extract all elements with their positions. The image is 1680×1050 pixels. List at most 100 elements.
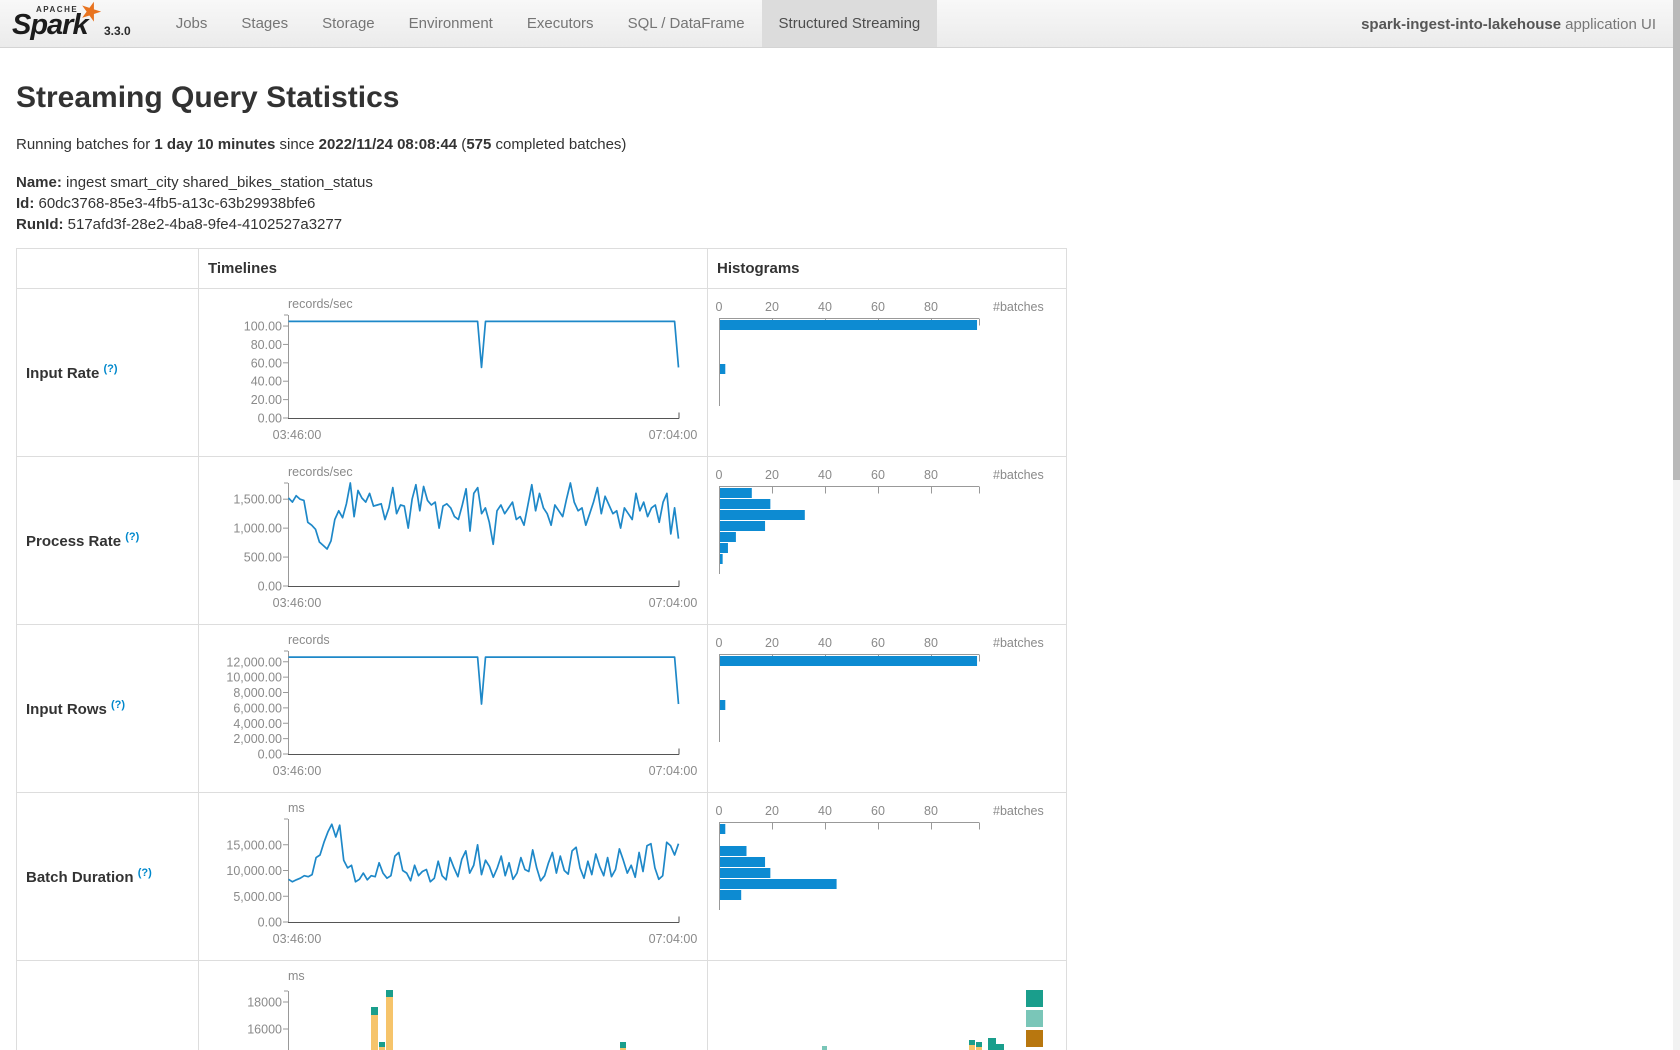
svg-text:0: 0 [716,636,723,650]
svg-text:8,000.00: 8,000.00 [233,686,282,700]
svg-text:2,000.00: 2,000.00 [233,732,282,746]
tab-jobs[interactable]: Jobs [159,0,225,47]
svg-text:500.00: 500.00 [244,551,282,565]
svg-text:07:04:00: 07:04:00 [649,932,698,946]
svg-text:20: 20 [765,636,779,650]
tab-sql-dataframe[interactable]: SQL / DataFrame [611,0,762,47]
svg-text:40: 40 [818,300,832,314]
stats-table: Timelines Histograms Input Rate (?) reco… [16,248,1067,1050]
query-runid-value: 517afd3f-28e2-4ba8-9fe4-4102527a3277 [63,216,342,233]
help-link[interactable]: (?) [125,531,139,543]
row-label-text: Input Rate [26,365,99,382]
app-name: spark-ingest-into-lakehouse [1361,16,1561,33]
svg-text:60.00: 60.00 [251,356,282,370]
top-navbar: APACHE Spark ★ 3.3.0 Jobs Stages Storage… [0,0,1680,48]
query-runid-label: RunId: [16,216,63,233]
svg-text:0: 0 [716,804,723,818]
tab-structured-streaming[interactable]: Structured Streaming [762,0,938,47]
svg-text:40: 40 [818,804,832,818]
running-prefix: Running batches for [16,136,154,153]
batch-duration-timeline: ms15,000.0010,000.005,000.000.0003:46:00… [199,793,708,961]
nav-tabs: Jobs Stages Storage Environment Executor… [159,0,938,47]
input-rate-label: Input Rate (?) [17,289,199,457]
svg-text:60: 60 [871,468,885,482]
svg-text:18000: 18000 [247,996,282,1010]
svg-text:20: 20 [765,804,779,818]
running-duration: 1 day 10 minutes [154,136,275,153]
tab-storage[interactable]: Storage [305,0,392,47]
svg-text:1,500.00: 1,500.00 [233,493,282,507]
empty-header-cell [17,249,199,289]
help-link[interactable]: (?) [111,699,125,711]
row-operation-duration: ms180001600014000 [17,961,1067,1050]
row-label-text: Process Rate [26,533,121,550]
svg-text:#batches: #batches [993,804,1044,818]
row-input-rate: Input Rate (?) records/sec 100.00 80.00 60.… [17,289,1067,457]
operation-duration-timeline: ms180001600014000 [199,961,708,1050]
svg-text:#batches: #batches [993,468,1044,482]
query-name-label: Name: [16,174,62,191]
svg-text:16000: 16000 [247,1023,282,1037]
svg-text:0.00: 0.00 [258,748,282,762]
svg-text:07:04:00: 07:04:00 [649,764,698,778]
svg-text:10,000.00: 10,000.00 [226,864,282,878]
batch-duration-label: Batch Duration (?) [17,793,199,961]
completed-batches-count: 575 [466,136,491,153]
svg-text:20: 20 [765,468,779,482]
svg-text:#batches: #batches [993,636,1044,650]
page-title: Streaming Query Statistics [16,81,1680,115]
help-link[interactable]: (?) [104,363,118,375]
svg-text:60: 60 [871,636,885,650]
svg-text:80: 80 [924,804,938,818]
svg-text:records/sec: records/sec [288,465,353,479]
scrollbar-track[interactable] [1673,0,1680,1050]
svg-text:4,000.00: 4,000.00 [233,717,282,731]
svg-text:6,000.00: 6,000.00 [233,701,282,715]
tab-stages[interactable]: Stages [224,0,305,47]
svg-text:10,000.00: 10,000.00 [226,671,282,685]
svg-text:100.00: 100.00 [244,320,282,334]
query-name-line: Name: ingest smart_city shared_bikes_sta… [16,172,1680,193]
svg-text:ms: ms [288,969,305,983]
row-label-text: Batch Duration [26,869,134,886]
help-link[interactable]: (?) [138,867,152,879]
query-id-line: Id: 60dc3768-85e3-4fb5-a13c-63b29938bfe6 [16,193,1680,214]
row-label-text: Input Rows [26,701,107,718]
row-process-rate: Process Rate (?) records/sec1,500.001,00… [17,457,1067,625]
svg-text:40: 40 [818,468,832,482]
svg-text:records: records [288,633,330,647]
running-paren: ( [457,136,466,153]
svg-text:60: 60 [871,804,885,818]
svg-text:40: 40 [818,636,832,650]
input-rows-timeline: records 12,000.00 10,000.008,000.006,000.0… [199,625,708,793]
query-id-label: Id: [16,195,34,212]
tab-environment[interactable]: Environment [392,0,510,47]
app-title-suffix: application UI [1565,16,1656,33]
svg-text:12,000.00: 12,000.00 [226,655,282,669]
svg-text:0.00: 0.00 [258,580,282,594]
svg-text:03:46:00: 03:46:00 [273,596,322,610]
svg-text:0: 0 [716,300,723,314]
spark-logo[interactable]: APACHE Spark ★ [12,2,94,46]
query-name-value: ingest smart_city shared_bikes_station_s… [62,174,373,191]
process-rate-timeline: records/sec1,500.001,000.00500.000.0003:… [199,457,708,625]
process-rate-label: Process Rate (?) [17,457,199,625]
svg-text:07:04:00: 07:04:00 [649,428,698,442]
batch-duration-histogram: 0 20 40 60 80 #batches [708,793,1067,961]
input-rows-label: Input Rows (?) [17,625,199,793]
scrollbar-thumb[interactable] [1673,0,1680,480]
svg-text:80.00: 80.00 [251,338,282,352]
svg-text:records/sec: records/sec [288,297,353,311]
query-runid-line: RunId: 517afd3f-28e2-4ba8-9fe4-4102527a3… [16,214,1680,235]
histograms-header: Histograms [708,249,1067,289]
svg-text:07:04:00: 07:04:00 [649,596,698,610]
main-content: Streaming Query Statistics Running batch… [16,81,1680,1050]
tab-executors[interactable]: Executors [510,0,611,47]
query-meta: Name: ingest smart_city shared_bikes_sta… [16,172,1680,235]
svg-text:80: 80 [924,300,938,314]
svg-text:5,000.00: 5,000.00 [233,890,282,904]
svg-text:80: 80 [924,468,938,482]
input-rate-histogram: 020406080#batches [708,289,1067,457]
svg-text:80: 80 [924,636,938,650]
svg-text:0.00: 0.00 [258,412,282,426]
